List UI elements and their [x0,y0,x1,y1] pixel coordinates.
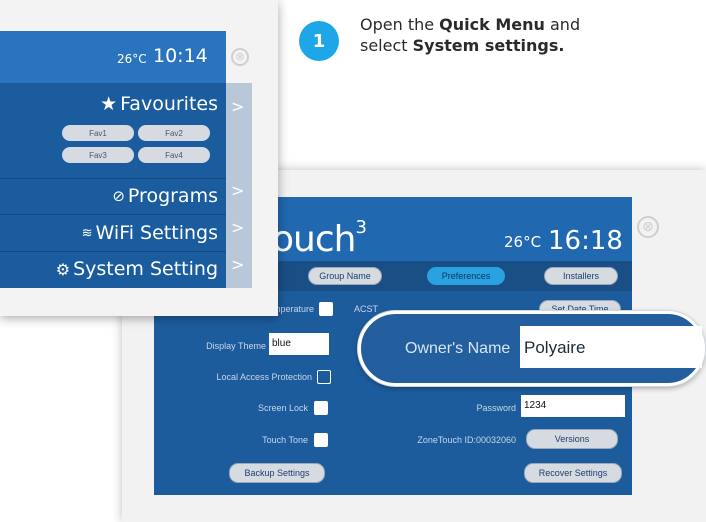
local-access-protection-label: Local Access Protection [216,372,312,382]
step-instruction: Open the Quick Menu and select System se… [360,14,680,56]
star-icon: ★ [100,93,118,115]
local-access-protection-checkbox[interactable] [317,370,331,384]
versions-button[interactable]: Versions [526,429,618,449]
gear-icon: ⚙ [55,259,71,279]
favourite-button[interactable]: Fav3 [62,147,134,163]
tab-preferences[interactable]: Preferences [427,267,505,285]
quick-menu-header: 26°C 10:14 [0,31,226,83]
step-text-part: and [544,15,581,34]
menu-item-system-setting[interactable]: ⚙ System Setting [0,252,226,288]
favourite-button[interactable]: Fav2 [138,125,210,141]
display-theme-label: Display Theme [206,341,266,351]
step-text-part: Open the [360,15,440,34]
favourite-button[interactable]: Fav1 [62,125,134,141]
tab-installers[interactable]: Installers [544,267,618,285]
temperature-readout: 26°C [504,233,542,251]
owner-name-label: Owner's Name [405,340,511,357]
app-logo: ouch3 [272,217,367,260]
system-settings-label: System settings. [412,36,565,55]
touch-tone-checkbox[interactable] [314,433,328,447]
quick-menu-label: Quick Menu [439,15,545,34]
menu-item-programs[interactable]: ⊘ Programs [0,179,226,215]
menu-item-label: Favourites [120,93,218,115]
menu-item-favourites[interactable]: ★ Favourites Fav1 Fav2 Fav3 Fav4 [0,83,226,179]
owner-name-field[interactable]: Polyaire [520,326,702,368]
chevron-right-icon: > [231,97,245,116]
clock-icon: ⊘ [112,187,125,205]
menu-item-label: Programs [127,185,218,207]
wifi-icon: ≋ [81,225,93,241]
quick-menu: ★ Favourites Fav1 Fav2 Fav3 Fav4 ⊘ Progr… [0,83,226,288]
step-text-part: select [360,36,413,55]
quick-menu-screen: 26°C 10:14 ⊗ ★ Favourites Fav1 Fav2 Fav3… [0,0,278,316]
touch-tone-label: Touch Tone [262,435,308,445]
backup-settings-button[interactable]: Backup Settings [229,463,325,483]
owner-name-zoom-callout: Owner's Name Polyaire [358,311,705,386]
menu-item-wifi-settings[interactable]: ≋ WiFi Settings [0,215,226,252]
zonetouch-id-label: ZoneTouch ID:00032060 [417,435,516,445]
close-icon[interactable]: ⊗ [231,48,249,66]
temperature-readout: 26°C [117,52,147,66]
chevron-right-icon: > [231,218,245,237]
chevron-right-icon: > [231,255,245,274]
display-theme-field[interactable]: blue [269,333,329,355]
password-label: Password [476,403,516,413]
clock-readout: 16:18 [548,226,623,256]
display-temperature-checkbox[interactable] [319,302,333,316]
chevron-right-icon: > [231,181,245,200]
screen-lock-label: Screen Lock [257,403,308,413]
password-field[interactable]: 1234 [521,395,625,417]
step-number-badge: 1 [299,21,339,61]
close-icon[interactable]: ⊗ [637,216,659,238]
screen-lock-checkbox[interactable] [314,401,328,415]
favourite-button[interactable]: Fav4 [138,147,210,163]
recover-settings-button[interactable]: Recover Settings [524,463,622,483]
menu-item-label: WiFi Settings [95,222,218,244]
clock-readout: 10:14 [153,45,208,67]
menu-item-label: System Setting [73,258,218,280]
tab-group-name[interactable]: Group Name [308,267,382,285]
